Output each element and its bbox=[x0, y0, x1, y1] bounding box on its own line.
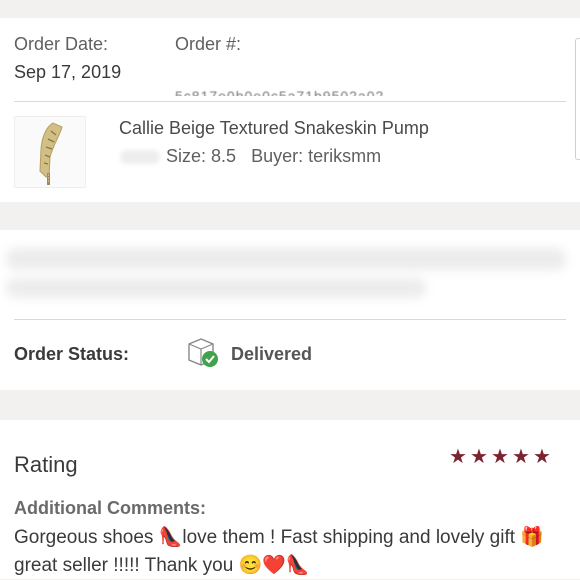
scroll-indicator[interactable] bbox=[575, 38, 580, 160]
buyer-label: Buyer: bbox=[251, 146, 304, 166]
rating-title: Rating bbox=[14, 452, 78, 477]
divider bbox=[14, 319, 566, 320]
star-icon: ★ bbox=[533, 446, 551, 468]
redacted-address bbox=[6, 278, 426, 298]
order-status-label: Order Status: bbox=[14, 344, 130, 364]
additional-comments-text: Gorgeous shoes 👠love them ! Fast shippin… bbox=[14, 527, 544, 576]
order-status-value: Delivered bbox=[231, 344, 313, 364]
star-icon: ★ bbox=[491, 446, 509, 468]
order-date-value: Sep 17, 2019 bbox=[14, 62, 122, 82]
order-date-label: Order Date: bbox=[14, 34, 109, 54]
rating-card: Rating ★ ★ ★ ★ ★ Additional Comments: Go… bbox=[0, 420, 580, 579]
order-number-label: Order #: bbox=[175, 34, 242, 54]
buyer-value: teriksmm bbox=[308, 146, 382, 166]
shipping-status-card: Order Status: Delivered bbox=[0, 230, 580, 390]
star-rating: ★ ★ ★ ★ ★ bbox=[449, 446, 551, 468]
additional-comments-label: Additional Comments: bbox=[14, 498, 206, 518]
divider bbox=[14, 101, 566, 102]
redacted-smudge bbox=[120, 150, 160, 165]
size-value: 8.5 bbox=[211, 146, 237, 166]
order-summary-card: Order Date: Sep 17, 2019 Order #: 5c817e… bbox=[0, 18, 580, 202]
order-number-value: 5c817e0b0e0c5a71b9502a02 bbox=[175, 88, 385, 96]
star-icon: ★ bbox=[512, 446, 530, 468]
star-icon: ★ bbox=[449, 446, 467, 468]
delivered-box-icon bbox=[186, 336, 220, 368]
redacted-address bbox=[6, 248, 566, 270]
product-name[interactable]: Callie Beige Textured Snakeskin Pump bbox=[119, 118, 429, 139]
size-label: Size: bbox=[166, 146, 207, 166]
product-meta: Size: 8.5 Buyer: teriksmm bbox=[120, 146, 381, 167]
product-thumbnail[interactable] bbox=[14, 116, 86, 188]
star-icon: ★ bbox=[470, 446, 488, 468]
